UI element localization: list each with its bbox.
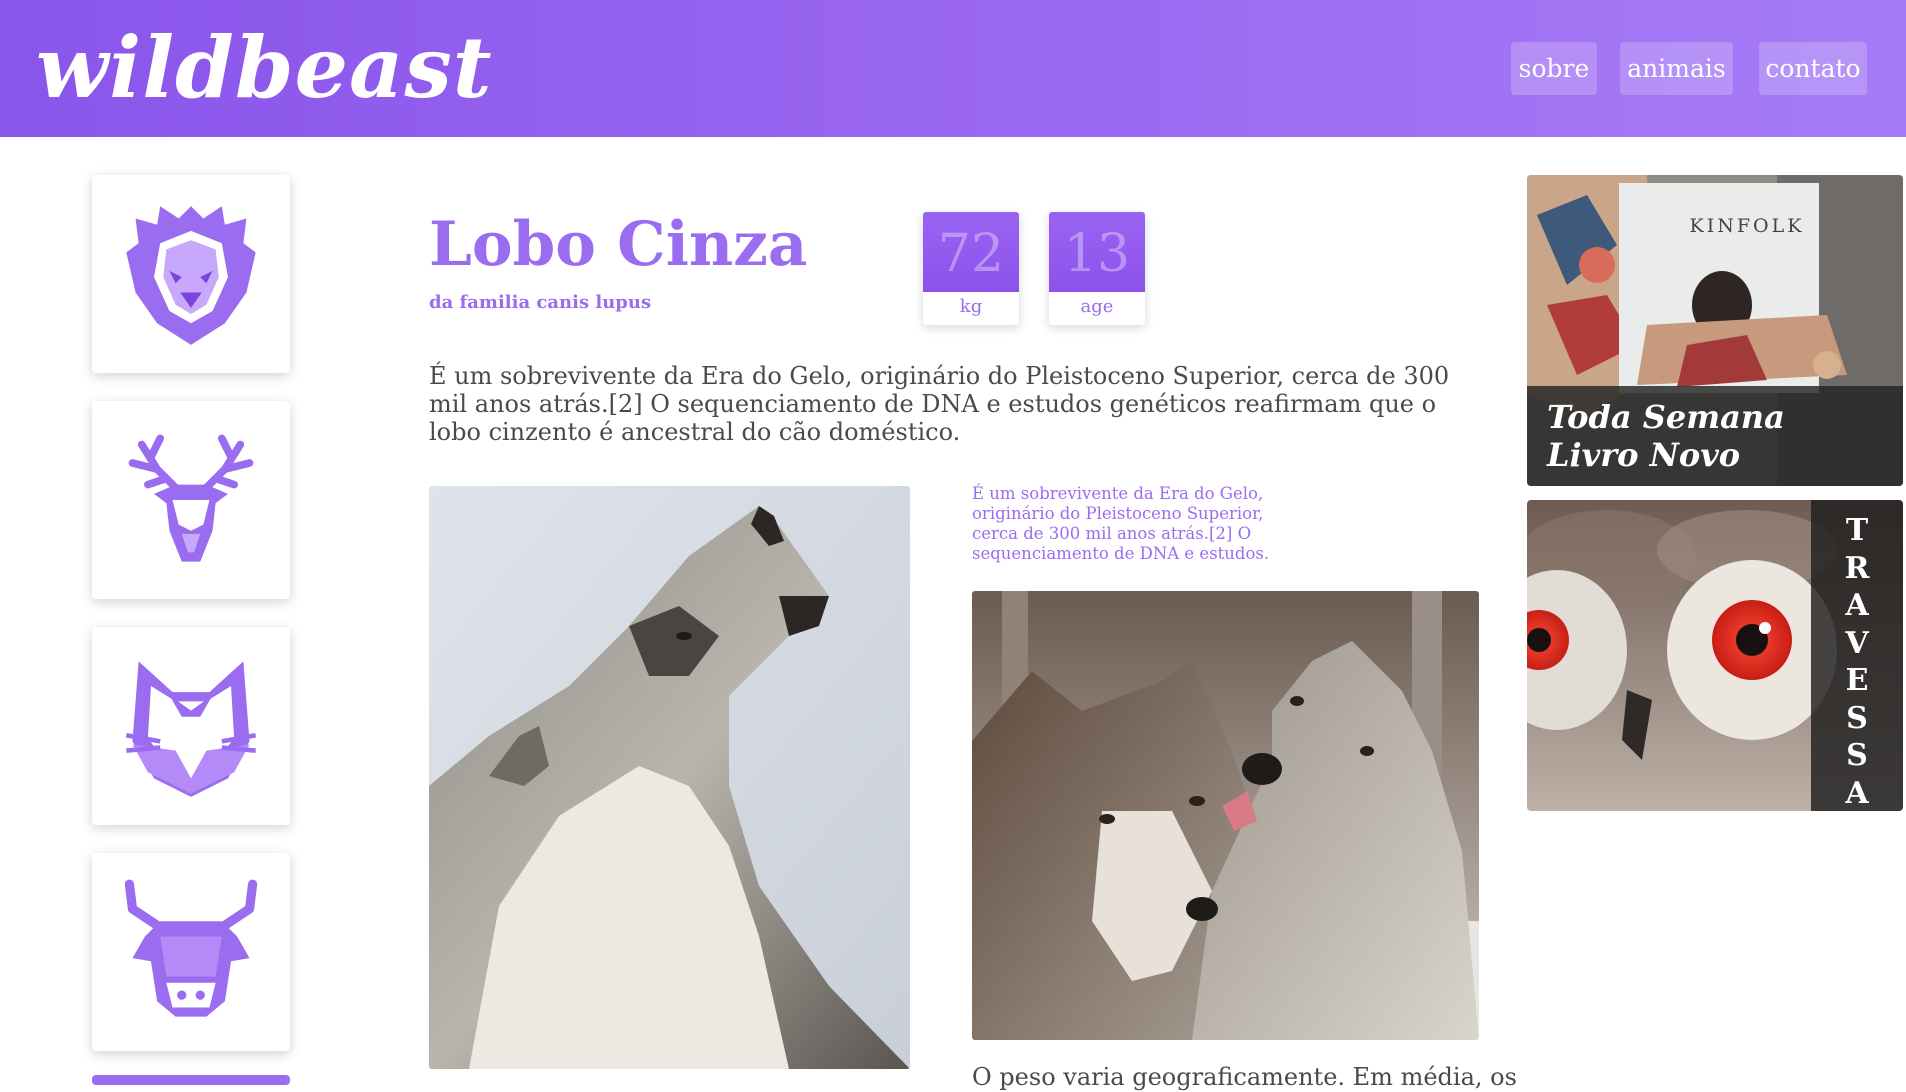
animal-family: da familia canis lupus	[429, 292, 652, 313]
owl-word-letter: V	[1845, 625, 1869, 661]
wolf-pair-photo	[972, 591, 1479, 1040]
sidebar-item-lion[interactable]	[92, 175, 290, 373]
fox-icon	[125, 661, 257, 797]
sidebar-item-fox[interactable]	[92, 627, 290, 825]
owl-word-letter: A	[1845, 775, 1869, 811]
kinfolk-ad-card[interactable]: KINFOLK Toda Semana Livro Novo	[1527, 175, 1903, 486]
site-logo[interactable]: wildbeast	[36, 18, 493, 118]
animal-description: É um sobrevivente da Era do Gelo, origin…	[429, 362, 1450, 446]
owl-word-letter: S	[1846, 700, 1868, 736]
kinfolk-brand: KINFOLK	[1689, 215, 1805, 237]
owl-word-letter: S	[1846, 738, 1868, 773]
lion-icon	[126, 206, 256, 345]
owl-ad-card[interactable]: TRAVESSA	[1527, 500, 1903, 811]
owl-word: TRAVESSA	[1811, 512, 1903, 811]
age-stat: 13 age	[1049, 212, 1145, 325]
side-quote: É um sobrevivente da Era do Gelo, origin…	[972, 484, 1270, 563]
kinfolk-caption-line1: Toda Semana	[1547, 398, 1785, 436]
weight-label: kg	[959, 296, 983, 317]
owl-word-letter: T	[1845, 513, 1869, 548]
animal-title: Lobo Cinza	[429, 209, 808, 280]
animal-more-text: O peso varia geograficamente. Em média, …	[972, 1063, 1517, 1091]
site-header: wildbeast sobre animais contato	[0, 0, 1906, 137]
howling-wolf-photo	[429, 486, 910, 1069]
kinfolk-caption-bar: Toda Semana Livro Novo	[1527, 386, 1903, 486]
age-label: age	[1080, 296, 1114, 317]
sidebar-item-deer[interactable]	[92, 401, 290, 599]
owl-word-letter: R	[1844, 550, 1870, 586]
sidebar-item-bull[interactable]	[92, 853, 290, 1051]
nav-contato-button[interactable]: contato	[1759, 42, 1867, 95]
weight-stat: 72 kg	[923, 212, 1019, 325]
owl-word-letter: E	[1845, 663, 1869, 698]
sidebar-item-partial[interactable]	[92, 1075, 290, 1085]
kinfolk-caption-line2: Livro Novo	[1547, 436, 1741, 474]
kinfolk-caption: Toda Semana Livro Novo	[1547, 398, 1887, 474]
deer-icon	[128, 434, 254, 562]
age-value: 13	[1049, 212, 1145, 292]
bull-icon	[124, 879, 258, 1017]
nav-animais-button[interactable]: animais	[1620, 42, 1733, 95]
nav-sobre-button[interactable]: sobre	[1511, 42, 1597, 95]
owl-word-letter: A	[1845, 588, 1869, 623]
owl-word-strip: TRAVESSA	[1811, 500, 1903, 811]
weight-value: 72	[923, 212, 1019, 292]
